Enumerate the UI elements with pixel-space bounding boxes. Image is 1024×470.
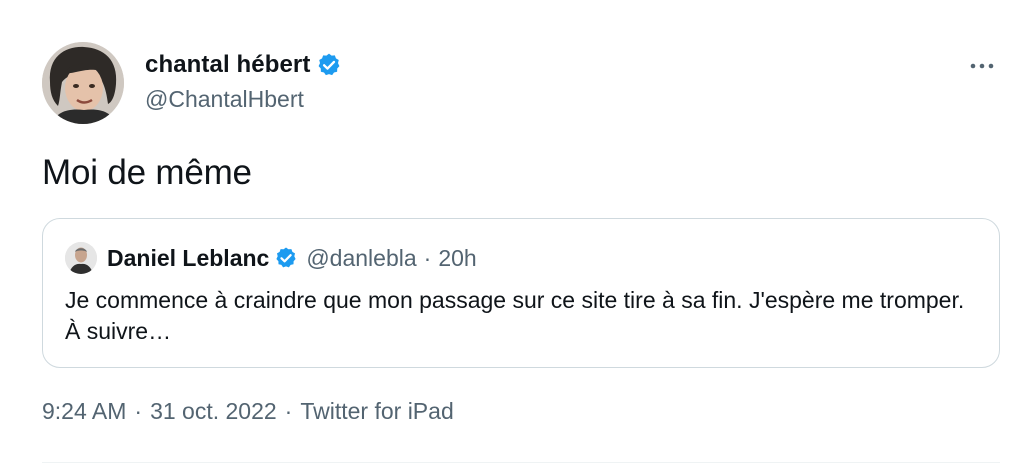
divider	[42, 462, 1000, 463]
meta-separator: ·	[134, 398, 143, 424]
tweet-source[interactable]: Twitter for iPad	[300, 398, 453, 425]
quoted-tweet-time: 20h	[438, 244, 477, 271]
more-options-icon[interactable]	[964, 54, 1000, 78]
author-avatar[interactable]	[42, 42, 124, 124]
quoted-separator: ·	[423, 244, 432, 271]
author-name-line: chantal hébert	[145, 48, 342, 82]
quoted-author-name: Daniel Leblanc	[107, 244, 270, 271]
quoted-tweet-card[interactable]: Daniel Leblanc @danlebla · 20h Je commen…	[42, 218, 1000, 368]
quoted-author-handle: @danlebla	[306, 244, 417, 271]
quoted-tweet-text: Je commence à craindre que mon passage s…	[65, 287, 965, 344]
quoted-avatar-image	[65, 242, 97, 274]
author-handle[interactable]: @ChantalHbert	[145, 86, 342, 113]
tweet-text: Moi de même	[42, 153, 252, 192]
tweet-time[interactable]: 9:24 AM	[42, 398, 126, 425]
tweet-date[interactable]: 31 oct. 2022	[150, 398, 277, 425]
quoted-author-avatar	[65, 242, 97, 274]
author-avatar-image	[42, 42, 124, 124]
verified-badge-icon	[316, 52, 342, 78]
quoted-tweet-header: Daniel Leblanc @danlebla · 20h	[65, 241, 477, 275]
quoted-verified-badge-icon	[274, 246, 298, 270]
meta-separator: ·	[284, 398, 293, 424]
tweet: chantal hébert @ChantalHbert Moi de même	[0, 0, 1024, 470]
author-display-name[interactable]: chantal hébert	[145, 51, 310, 79]
author-names: chantal hébert @ChantalHbert	[145, 48, 342, 113]
tweet-meta: 9:24 AM · 31 oct. 2022 · Twitter for iPa…	[42, 398, 454, 425]
tweet-author-row: chantal hébert @ChantalHbert	[42, 42, 994, 124]
